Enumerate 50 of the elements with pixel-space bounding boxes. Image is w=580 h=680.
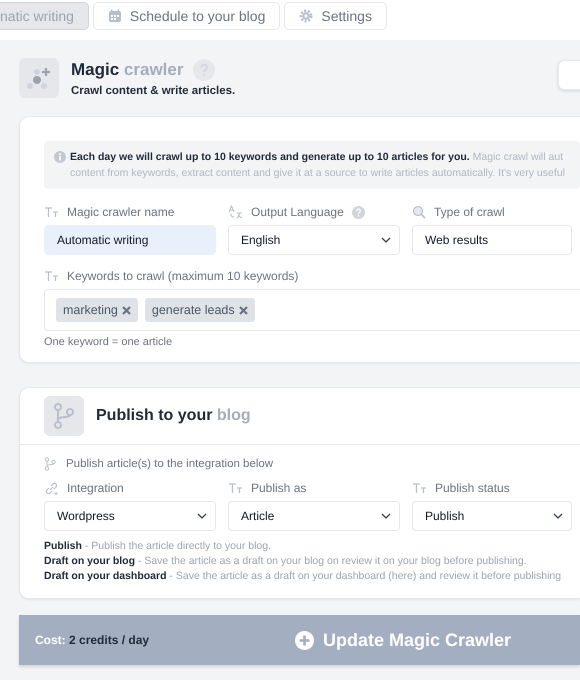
dropdown[interactable]: Publish [412,501,572,531]
hint-text: One keyword = one article [44,336,174,348]
remove-icon[interactable] [122,306,131,314]
remove-icon[interactable] [238,306,248,314]
keyword-tag: marketing [56,298,138,322]
text-type-icon [44,206,59,218]
section-note: Publish article(s) to the integration below [66,458,274,470]
field-label: Integration [67,481,124,495]
gear-icon [299,9,314,23]
text-type-icon [44,270,59,282]
dropdown[interactable]: Wordpress [44,501,216,531]
search-icon [412,205,426,219]
field-label: Type of crawl [434,205,505,219]
status-description: Publish - Publish the article directly to your blog. [44,539,272,554]
page-subtitle: Crawl content & write articles. [71,85,236,97]
help-icon[interactable] [352,206,365,218]
input-field[interactable]: Automatic writing [44,225,216,255]
field-label: Keywords to crawl (maximum 10 keywords) [67,269,298,283]
status-description: Draft on your dashboard - Save the article as a draft on your dashboard (here) and review it before publishing [44,569,562,584]
translate-icon [228,205,243,219]
chevron-down-icon [381,237,391,243]
field-label: Publish status [435,481,510,495]
link-icon [44,480,59,496]
keywords-field[interactable]: marketing generate leads [44,289,580,331]
calendar-icon [108,9,122,23]
section-title: Publish to your blog [96,407,251,425]
plus-circle-icon [295,630,314,650]
chevron-down-icon [381,513,391,519]
keyword-tag: generate leads [144,298,255,322]
dropdown[interactable]: Article [228,501,400,531]
chevron-down-icon [197,513,207,519]
crawler-logo-icon [19,58,59,98]
text-type-icon [412,482,427,494]
tab[interactable]: Schedule to your blog [92,2,280,30]
field-label: Magic crawler name [67,205,174,219]
page-title: Magic crawler [71,60,184,80]
branch-logo-icon [44,396,84,436]
input-field[interactable]: Web results [412,225,572,255]
status-description: Draft on your blog - Save the article as a draft on your blog on review it on your blog before publishing. [44,554,528,569]
tab[interactable]: Settings [284,2,387,30]
text-type-icon [228,482,243,494]
branch-icon [44,457,56,471]
chevron-down-icon [553,513,563,519]
field-label: Output Language [251,205,344,219]
dropdown[interactable]: English [228,225,400,255]
cost-text: Cost: 2 credits / day [35,633,150,647]
info-icon [54,151,66,163]
help-icon[interactable] [193,59,216,81]
info-text: Each day we will crawl up to 10 keywords and generate up to 10 articles for you. Magic crawl will aut content from keywords, extract content and give it at a source to write articles automatically. It's very useful [70,150,566,181]
field-label: Publish as [251,481,306,495]
